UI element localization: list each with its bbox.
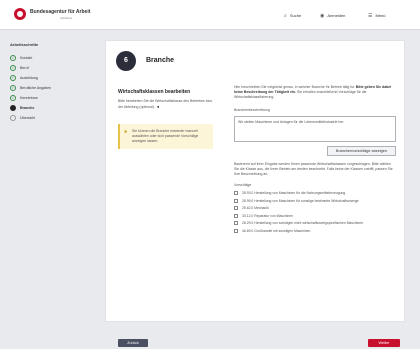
suggest-button-row: Branchenvorschläge anzeigen [234, 146, 396, 157]
suggestion-option[interactable]: 28.93.0 Herstellung von Maschinen für di… [234, 191, 396, 196]
intro-text-main: Hier beschreiben Sie möglichst genau, in… [234, 85, 355, 89]
checkbox[interactable] [234, 206, 238, 210]
hint-box: ✱ Sie können die Branche entweder manuel… [118, 124, 213, 149]
brand-title: Bundesagentur für Arbeit [30, 9, 91, 15]
checkmark-icon: ✓ [10, 75, 16, 81]
menu-link[interactable]: ☰ Menü [368, 13, 386, 19]
checkmark-icon: ✓ [10, 95, 16, 101]
progress-sidebar: Arbeitsschritte ✓ Kontakt ✓ Beruf ✓ Ausb… [10, 42, 90, 125]
checkbox[interactable] [234, 191, 238, 195]
step-label: Berufliche Angaben [20, 86, 52, 90]
option-label: 33.12.0 Reparatur von Maschinen [242, 213, 294, 218]
next-button[interactable]: Weiter [368, 339, 400, 347]
checkbox[interactable] [234, 228, 238, 233]
option-label: 28.93.0 Herstellung von Maschinen für di… [242, 191, 346, 195]
sidebar-step-uebersicht[interactable]: Übersicht [10, 115, 90, 125]
hint-text: Sie können die Branche entweder manuell … [132, 129, 199, 143]
step-label: Ausbildung [20, 76, 38, 80]
step-number-badge: 6 [116, 51, 136, 71]
suggestion-option[interactable]: 46.69.0 Großhandel mit sonstigen Maschin… [234, 228, 396, 234]
step-label: Kenntnisse [20, 96, 38, 100]
suggestions-label: Vorschläge [234, 183, 252, 187]
suggestion-option[interactable]: 28.99.0 Herstellung von Maschinen für so… [234, 198, 396, 204]
show-suggestions-button[interactable]: Branchenvorschläge anzeigen [326, 146, 396, 156]
brand-subtitle: Jobbörse [60, 16, 73, 20]
lightbulb-icon: ✱ [124, 129, 128, 134]
description-textarea[interactable]: Wir stellen Maschinen und Anlagen für di… [234, 116, 396, 142]
form-column: Hier beschreiben Sie möglichst genau, in… [234, 85, 396, 233]
user-icon: ◉ [320, 13, 325, 19]
description-field-label: Branchenbeschreibung [234, 108, 270, 112]
sidebar-step-kontakt[interactable]: ✓ Kontakt [10, 55, 90, 65]
ba-logo-icon[interactable] [14, 8, 26, 20]
search-icon: ⌕ [284, 13, 287, 19]
suggestion-option[interactable]: 28.29.0 Herstellung von sonstigen nicht … [234, 221, 396, 226]
checkbox[interactable] [234, 198, 238, 203]
checkmark-icon: ✓ [10, 85, 16, 91]
step-label: Übersicht [20, 116, 36, 120]
login-link-label: Anmelden [327, 13, 346, 18]
checkmark-icon: ✓ [10, 55, 16, 61]
checkmark-icon: ✓ [10, 65, 16, 71]
app-header: Bundesagentur für Arbeit Jobbörse ⌕ Suche… [0, 0, 420, 30]
step-label: Branche [20, 106, 35, 110]
option-label: 46.69.0 Großhandel mit sonstigen Maschin… [242, 228, 311, 233]
option-label: 28.29.0 Herstellung von sonstigen nicht … [242, 221, 363, 225]
sidebar-title: Arbeitsschritte [10, 42, 39, 47]
current-step-icon [10, 105, 16, 111]
menu-icon: ☰ [368, 13, 373, 19]
intro-text: Hier beschreiben Sie möglichst genau, in… [234, 85, 396, 100]
sidebar-step-ausbildung[interactable]: ✓ Ausbildung [10, 75, 90, 85]
section-desc: Bitte bearbeiten Sie die Wirtschaftsklas… [118, 99, 213, 110]
page-title: Branche [146, 57, 175, 64]
suggestion-option[interactable]: 33.12.0 Reparatur von Maschinen [234, 213, 396, 219]
checkbox[interactable] [234, 221, 238, 225]
sidebar-step-beruf[interactable]: ✓ Beruf [10, 65, 90, 75]
search-link-label: Suche [289, 13, 302, 18]
pending-step-icon [10, 115, 16, 121]
step-label: Beruf [20, 66, 29, 70]
option-label: 28.99.0 Herstellung von Maschinen für so… [242, 198, 359, 203]
back-button[interactable]: Zurück [118, 339, 148, 347]
search-link[interactable]: ⌕ Suche [284, 13, 301, 19]
option-label: 25.62.0 Mechanik [242, 206, 269, 210]
sidebar-step-berufliche-angaben[interactable]: ✓ Berufliche Angaben [10, 85, 90, 95]
menu-link-label: Menü [375, 13, 386, 18]
login-link[interactable]: ◉ Anmelden [320, 13, 345, 19]
section-title: Wirtschaftsklassen bearbeiten [118, 89, 191, 95]
section-description: Wirtschaftsklassen bearbeiten Bitte bear… [118, 89, 213, 149]
sidebar-step-branche[interactable]: Branche [10, 105, 90, 115]
suggestions-explanation: Basierend auf Ihrer Eingabe werden Ihnen… [234, 162, 393, 176]
info-icon[interactable]: ● [157, 104, 159, 109]
checkbox[interactable] [234, 213, 238, 218]
branche-form-card: 6 Branche Wirtschaftsklassen bearbeiten … [105, 40, 405, 322]
step-label: Kontakt [20, 56, 33, 60]
sidebar-step-kenntnisse[interactable]: ✓ Kenntnisse [10, 95, 90, 105]
suggestion-option[interactable]: 25.62.0 Mechanik [234, 206, 396, 211]
section-desc-text: Bitte bearbeiten Sie die Wirtschaftsklas… [118, 99, 213, 109]
